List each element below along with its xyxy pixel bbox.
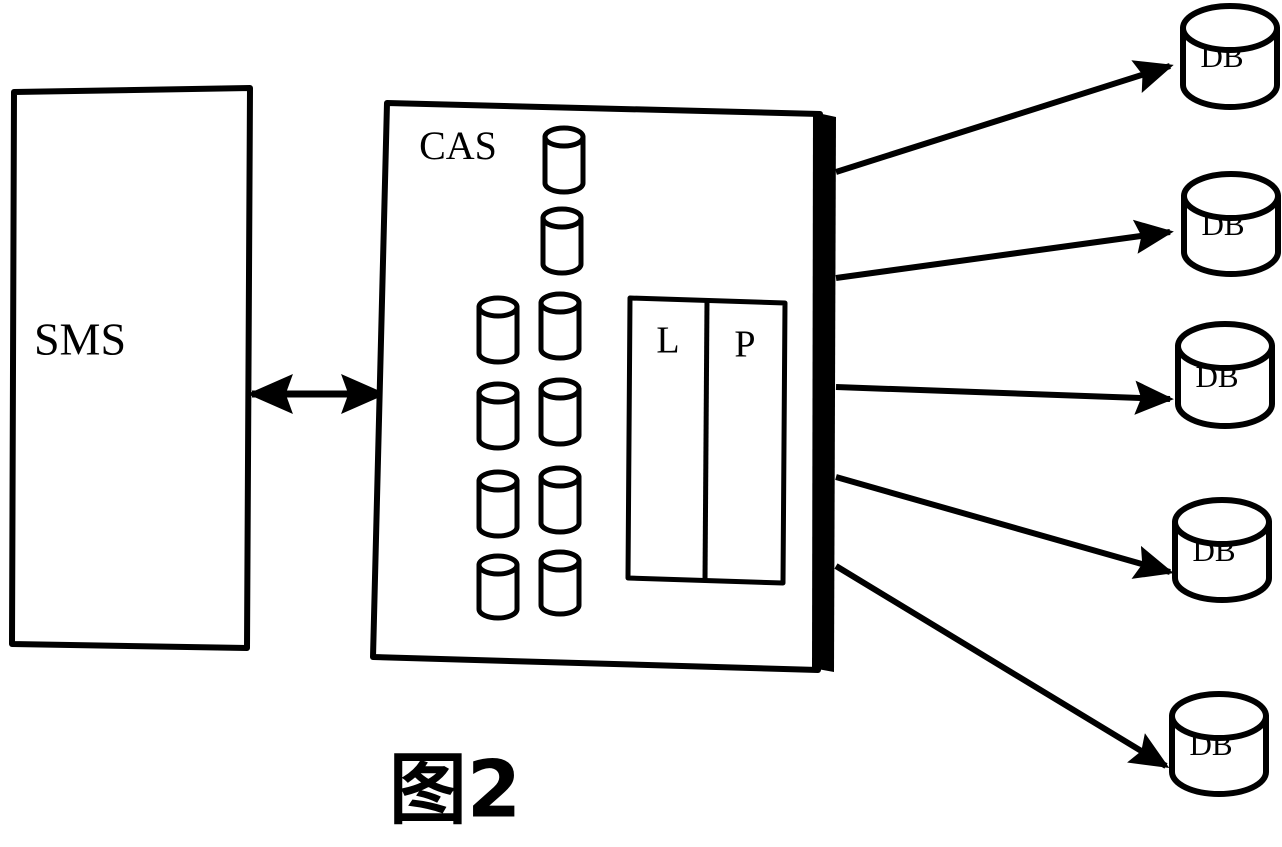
figure-container: SMS CAS L P DB DB DB DB DB 图2 <box>0 0 1282 847</box>
lp-column-p-label: P <box>734 324 755 366</box>
cas-node[interactable]: CAS L P <box>370 100 836 673</box>
cas-cylinder <box>476 553 520 621</box>
cas-cylinder <box>542 125 586 195</box>
arrow-to-db-4 <box>835 474 1174 579</box>
arrow-to-db-2 <box>835 219 1174 281</box>
db-node[interactable]: DB <box>1175 321 1275 429</box>
db-node[interactable]: DB <box>1181 171 1281 277</box>
lp-table-divider <box>702 299 710 582</box>
db-label: DB <box>1192 533 1235 568</box>
db-node[interactable]: DB <box>1172 497 1272 603</box>
cas-cylinder <box>540 206 584 276</box>
db-label: DB <box>1200 39 1243 74</box>
cas-cylinder <box>538 549 582 617</box>
cas-cylinder <box>476 381 520 451</box>
arrow-to-db-1 <box>835 60 1174 175</box>
db-label: DB <box>1201 207 1244 242</box>
cas-db-arrows <box>834 60 1174 769</box>
arrow-to-db-5 <box>834 563 1170 769</box>
cas-cylinder <box>538 377 582 447</box>
diagram-canvas: SMS CAS L P DB DB DB DB DB 图2 <box>9 3 1281 835</box>
cas-cylinder <box>476 469 520 539</box>
db-label: DB <box>1195 359 1238 394</box>
db-node[interactable]: DB <box>1180 3 1280 110</box>
cas-label: CAS <box>419 123 497 168</box>
cas-thick-right-edge <box>812 112 836 672</box>
figure-caption: 图2 <box>389 745 521 835</box>
db-label: DB <box>1189 727 1232 762</box>
cas-cylinder <box>538 291 582 361</box>
arrow-to-db-3 <box>835 380 1174 415</box>
lp-column-l-label: L <box>656 320 679 362</box>
cas-lp-table[interactable]: L P <box>625 295 788 586</box>
sms-box-outline <box>9 85 253 651</box>
cas-cylinder <box>476 295 520 365</box>
sms-node[interactable]: SMS <box>9 85 253 651</box>
cas-cylinder <box>538 465 582 535</box>
sms-label: SMS <box>34 314 126 365</box>
db-node[interactable]: DB <box>1169 691 1269 797</box>
